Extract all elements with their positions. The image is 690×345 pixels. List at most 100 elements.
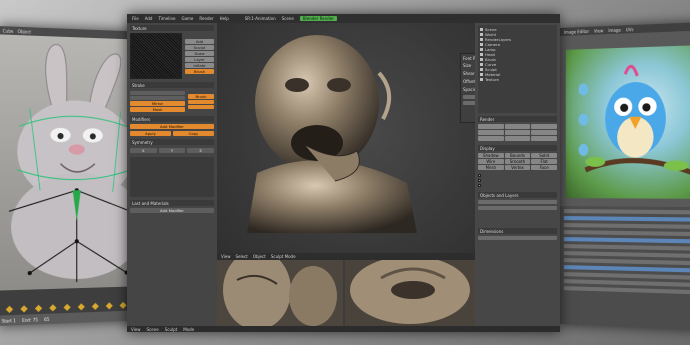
render-option-button[interactable] [478,136,504,141]
checkbox-row[interactable] [478,183,557,188]
property-row[interactable] [564,286,690,294]
keyframe-marker[interactable] [92,303,99,310]
right-menu-image[interactable]: Image [608,27,621,33]
status-mode[interactable]: Mode [183,327,194,332]
detail-viewport-left[interactable] [217,260,343,326]
checkbox[interactable] [478,184,481,187]
render-option-button[interactable] [531,136,557,141]
orange-toggle[interactable]: Brush [188,94,214,99]
right-menu-uvs[interactable]: UVs [626,27,634,32]
display-mesh-button[interactable]: Mesh [478,165,504,170]
orange-toggle[interactable]: Mirror [130,101,185,106]
display-panel-header[interactable]: Display [478,145,557,151]
tool-button[interactable]: Draw [185,51,214,56]
display-face-button[interactable]: Face [531,165,557,170]
render-engine-badge[interactable]: Blender Render [300,16,337,21]
brush-texture-preview[interactable] [130,33,182,79]
menu-render[interactable]: Render [199,16,213,21]
mode-selector[interactable]: Sculpt Mode [271,254,296,259]
checkbox[interactable] [478,179,481,182]
display-smooth-button[interactable]: Smooth [505,159,531,164]
screen-selector[interactable]: SR:1-Animation [245,16,276,21]
menu-add[interactable]: Add [145,16,153,21]
keyframe-marker[interactable] [49,304,56,311]
display-bounds-button[interactable]: Bounds [505,153,531,158]
keyframe-marker[interactable] [78,303,85,310]
display-solid-button[interactable]: Solid [531,153,557,158]
objects-panel-header[interactable]: Objects and Layers [478,192,557,198]
render-tab[interactable]: Render [478,116,557,122]
display-wire-button[interactable]: Wire [478,159,504,164]
stroke-field[interactable] [130,91,185,95]
tool-button[interactable]: Inflate [185,63,214,68]
property-slider[interactable] [564,237,690,243]
symmetry-z-field[interactable]: Z [187,148,214,153]
stroke-field[interactable] [130,96,185,100]
modifiers-panel-header[interactable]: Modifiers [130,116,214,122]
status-scene[interactable]: Scene [147,327,159,332]
tool-button[interactable]: Sculpt [185,45,214,50]
menu-object[interactable]: Object [253,254,266,259]
tool-button[interactable]: Layer [185,57,214,62]
left-mode-label[interactable]: Object [18,28,32,34]
orange-toggle[interactable] [188,100,214,104]
menu-help[interactable]: Help [220,16,229,21]
menu-select[interactable]: Select [236,254,248,259]
keyframe-marker[interactable] [120,302,127,309]
menu-file[interactable]: File [132,16,139,21]
materials-field[interactable]: Add Modifier [130,208,214,213]
status-view[interactable]: View [131,327,141,332]
property-row[interactable] [564,230,690,236]
property-row[interactable] [564,272,690,280]
stroke-panel-header[interactable]: Stroke [130,82,214,88]
right-menu-view[interactable]: View [594,28,603,33]
orange-toggle[interactable]: Mask [130,107,185,112]
materials-panel-header[interactable]: Last and Materials [130,200,214,206]
keyframe-marker[interactable] [20,305,27,312]
status-sculpt[interactable]: Sculpt [165,327,178,332]
tool-button[interactable]: Add [185,39,214,44]
apply-modifier-button[interactable]: Apply [130,131,171,136]
frame-end-field[interactable]: End: 75 [22,317,38,323]
render-option-button[interactable] [478,124,504,129]
outliner-item[interactable]: Texture [480,77,555,82]
keyframe-marker[interactable] [106,302,113,309]
keyframe-marker[interactable] [6,306,13,313]
property-row[interactable] [564,223,690,229]
frame-start-field[interactable]: Start 1 [2,317,16,323]
objects-field[interactable] [478,206,557,210]
scene-selector[interactable]: Scene [282,16,294,21]
menu-timeline[interactable]: Timeline [158,16,175,21]
checkbox[interactable] [478,174,481,177]
sculpt-viewport[interactable]: Font Properties Size Shear Offset Spacin… [217,23,475,260]
left-viewport[interactable] [0,34,148,290]
render-option-button[interactable] [505,136,531,141]
property-row[interactable] [564,209,690,214]
menu-view[interactable]: View [221,254,231,259]
property-row[interactable] [564,258,690,265]
copy-modifier-button[interactable]: Copy [173,131,214,136]
render-option-button[interactable] [478,130,504,135]
property-slider[interactable] [564,265,690,272]
symmetry-x-field[interactable]: X [130,148,157,153]
display-vertex-button[interactable]: Vertex [505,165,531,170]
render-option-button[interactable] [531,124,557,129]
orange-toggle[interactable] [188,105,214,109]
display-shadow-button[interactable]: Shadow [478,153,504,158]
menu-game[interactable]: Game [181,16,193,21]
keyframe-marker[interactable] [64,304,71,311]
keyframe-marker[interactable] [35,305,42,312]
property-row[interactable] [564,244,690,251]
dimensions-field[interactable] [478,236,557,240]
texture-panel-header[interactable]: Texture [130,25,214,31]
display-flat-button[interactable]: Flat [531,159,557,164]
detail-viewport-right[interactable] [345,260,475,326]
render-option-button[interactable] [505,124,531,129]
objects-field[interactable] [478,200,557,204]
brush-button[interactable]: Brush [185,69,214,74]
dimensions-panel-header[interactable]: Dimensions [478,228,557,234]
bird-render-image[interactable] [566,45,690,199]
property-row[interactable] [564,251,690,258]
add-modifier-button[interactable]: Add Modifier [130,124,214,129]
symmetry-panel-header[interactable]: Symmetry [130,139,214,145]
